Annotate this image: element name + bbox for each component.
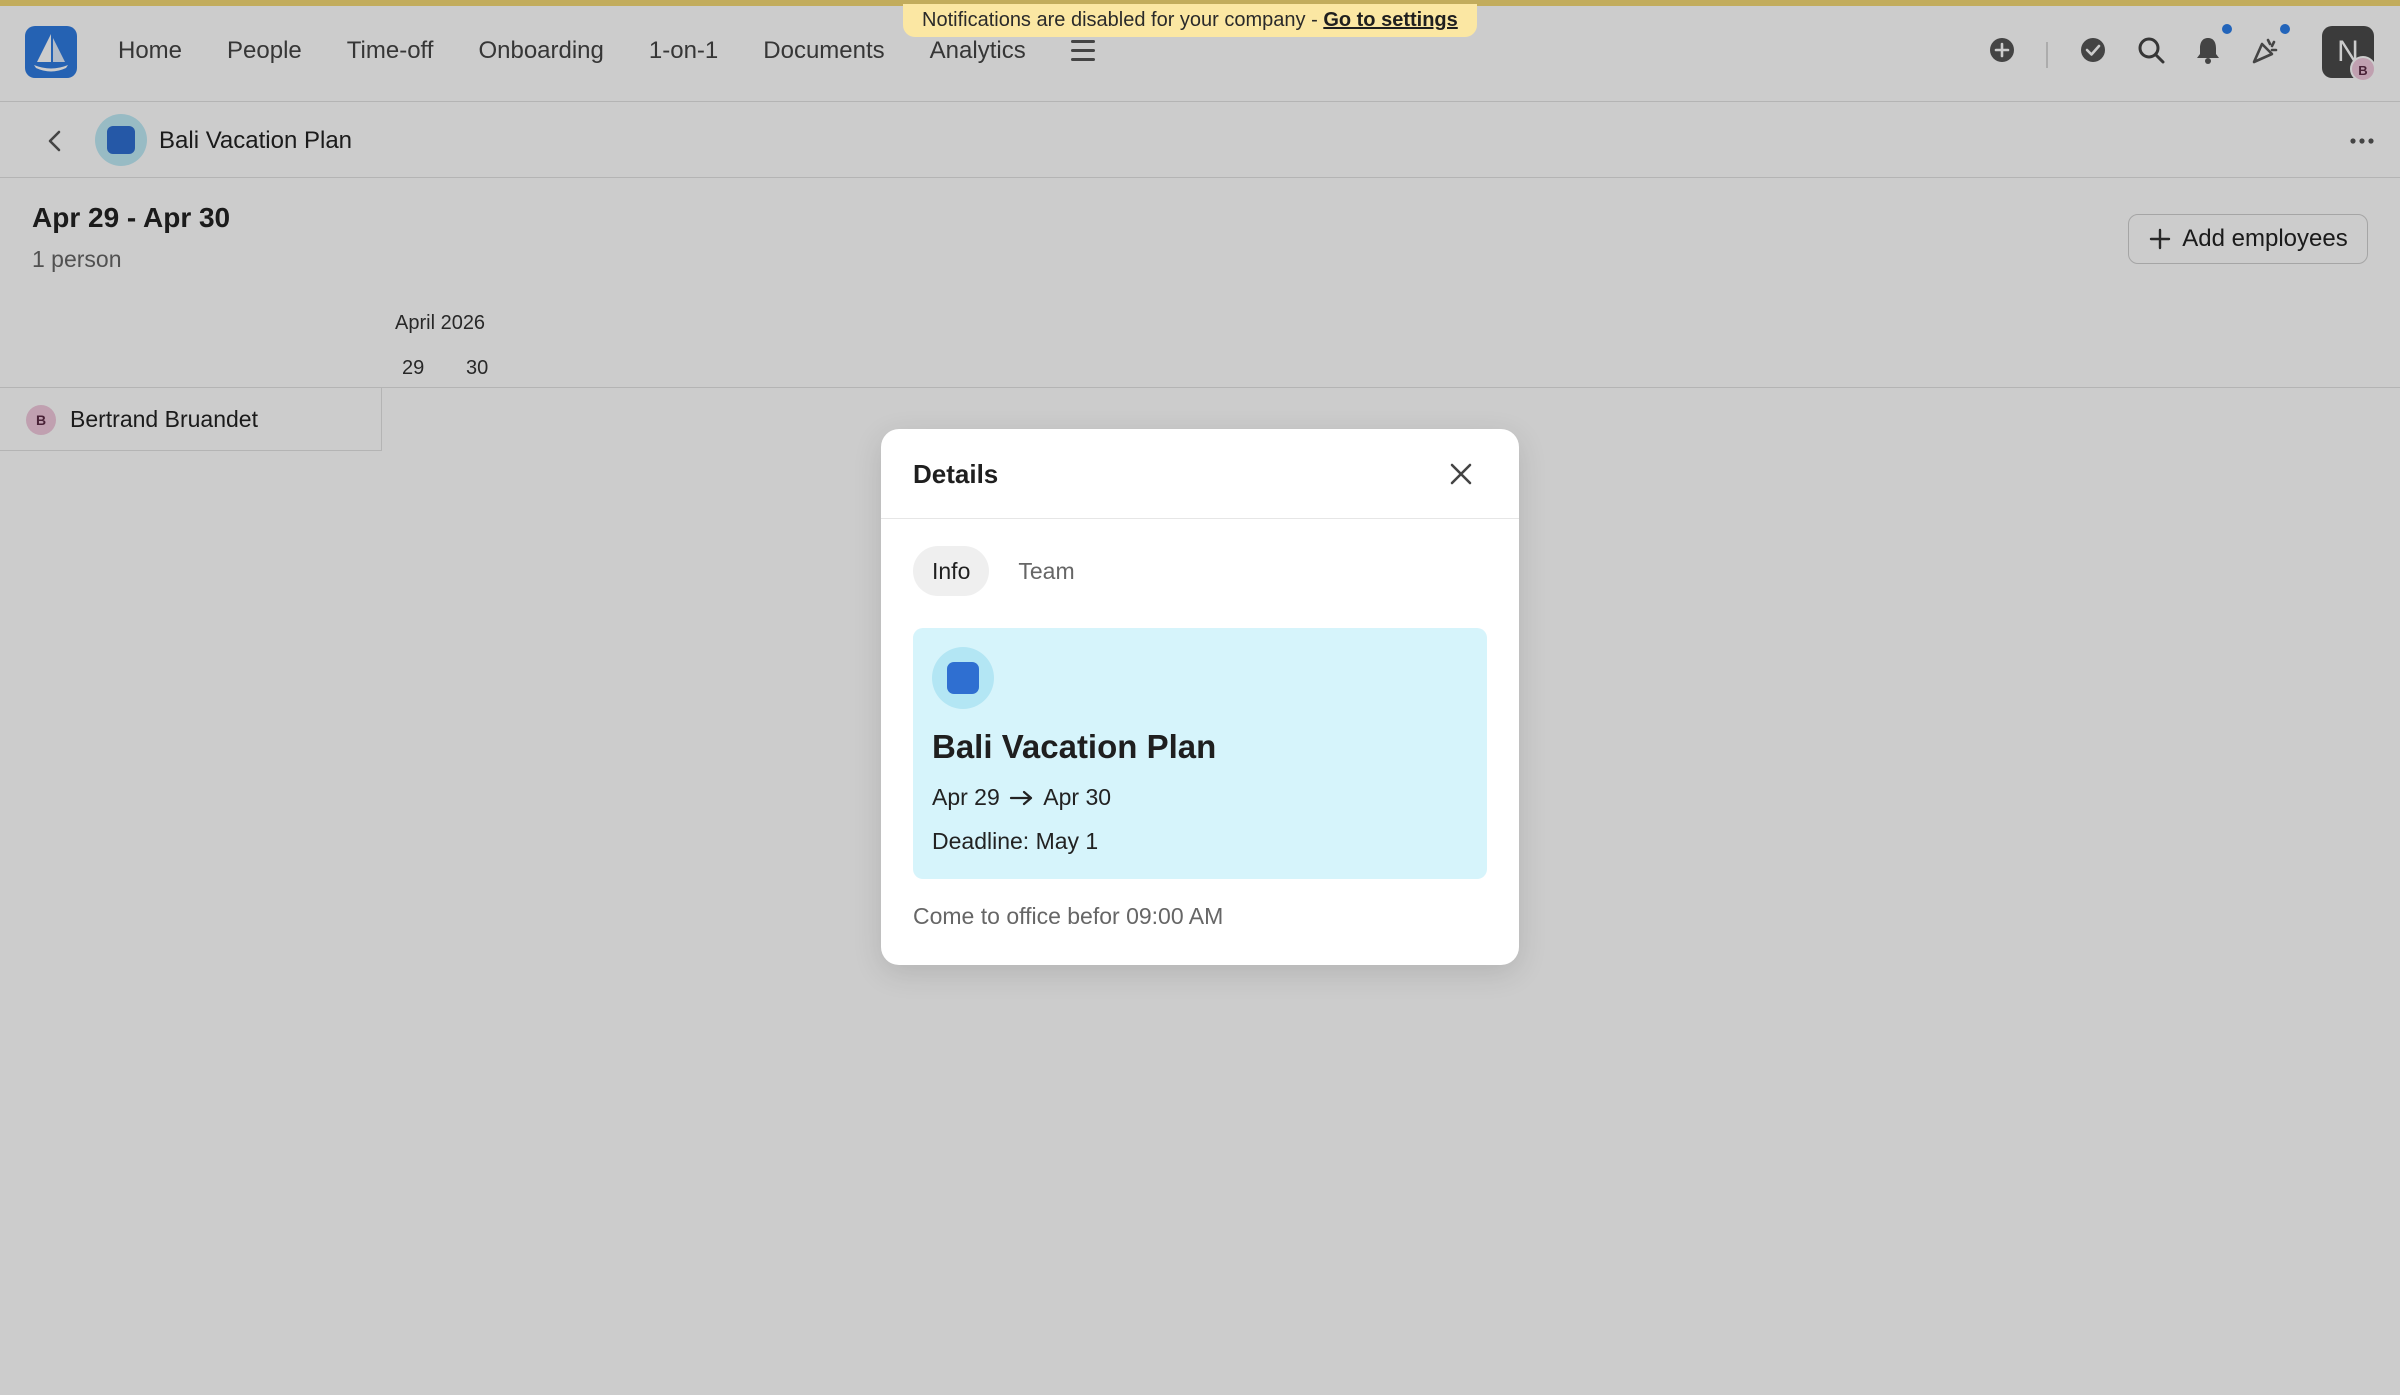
tab-team[interactable]: Team <box>999 546 1093 596</box>
arrow-right-icon <box>1010 790 1033 806</box>
modal-title: Details <box>913 459 999 489</box>
notification-banner: Notifications are disabled for your comp… <box>903 4 1477 37</box>
plan-image-icon <box>932 647 994 709</box>
plan-info-card: Bali Vacation Plan Apr 29 Apr 30 Deadlin… <box>913 628 1487 879</box>
details-modal: Details Info Team Bali Vacation Plan Apr… <box>881 429 1519 965</box>
modal-header: Details <box>881 429 1519 519</box>
plan-title: Bali Vacation Plan <box>932 728 1217 765</box>
plan-description: Come to office befor 09:00 AM <box>913 903 1224 929</box>
close-icon[interactable] <box>1443 456 1479 492</box>
modal-tabs: Info Team <box>913 546 1094 596</box>
plan-start-date: Apr 29 <box>932 784 1000 810</box>
plan-date-range: Apr 29 Apr 30 <box>932 784 1111 811</box>
tab-info[interactable]: Info <box>913 546 990 596</box>
go-to-settings-link[interactable]: Go to settings <box>1323 9 1457 31</box>
plan-deadline: Deadline: May 1 <box>932 828 1099 854</box>
plan-end-date: Apr 30 <box>1043 784 1112 810</box>
banner-text: Notifications are disabled for your comp… <box>922 9 1324 31</box>
